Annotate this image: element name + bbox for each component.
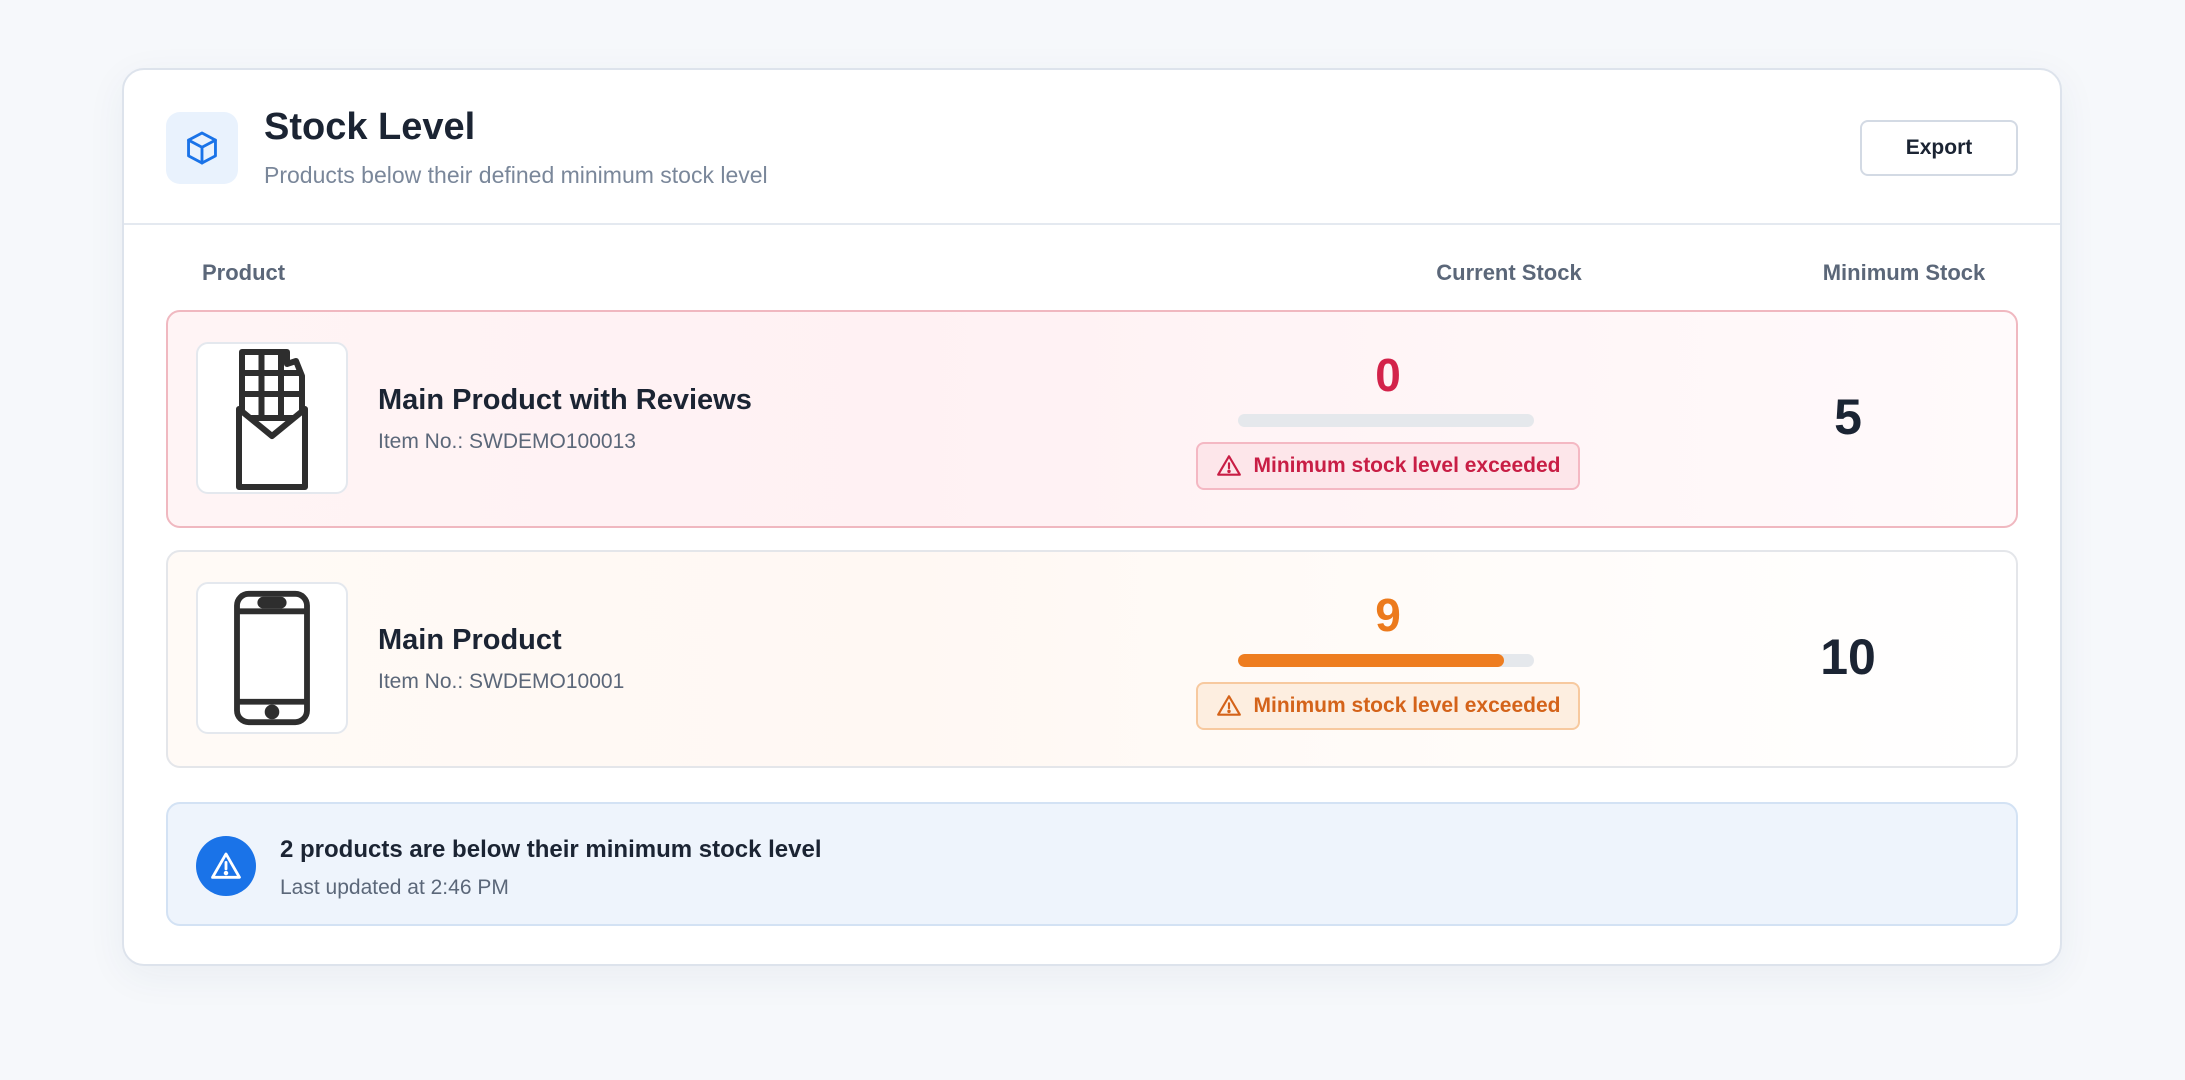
status-badge-label: Minimum stock level exceeded (1253, 694, 1561, 717)
stock-progress-fill (1238, 654, 1505, 667)
table-row[interactable]: Main Product with Reviews Item No.: SWDE… (166, 310, 2018, 528)
column-header-minimum-stock: Minimum Stock (1822, 260, 1986, 285)
export-button[interactable]: Export (1860, 120, 2018, 176)
product-name[interactable]: Main Product (378, 624, 562, 657)
summary-last-updated: Last updated at 2:46 PM (280, 876, 509, 899)
smartphone-icon (234, 590, 310, 726)
chocolate-bar-icon (236, 349, 308, 490)
warning-triangle-icon (1216, 695, 1241, 716)
status-badge: Minimum stock level exceeded (1196, 682, 1580, 730)
current-stock-value: 0 (1375, 349, 1401, 401)
product-item-number: Item No.: SWDEMO100013 (378, 430, 636, 453)
card-header: Stock Level Products below their defined… (124, 70, 2060, 225)
product-thumbnail (196, 582, 348, 734)
summary-title: 2 products are below their minimum stock… (280, 836, 822, 863)
stock-progress-bar (1238, 654, 1534, 667)
stock-progress-bar (1238, 414, 1534, 427)
page-subtitle: Products below their defined minimum sto… (264, 162, 768, 188)
product-item-number: Item No.: SWDEMO10001 (378, 670, 625, 693)
minimum-stock-value: 10 (1820, 629, 1876, 685)
status-badge: Minimum stock level exceeded (1196, 442, 1580, 490)
box-icon (166, 112, 238, 184)
current-stock-value: 9 (1375, 589, 1401, 641)
product-name[interactable]: Main Product with Reviews (378, 384, 752, 417)
page-title: Stock Level (264, 106, 476, 148)
warning-triangle-icon (1216, 455, 1241, 476)
product-thumbnail (196, 342, 348, 494)
minimum-stock-value: 5 (1834, 389, 1862, 445)
table-row[interactable]: Main Product Item No.: SWDEMO10001 9 Min… (166, 550, 2018, 768)
status-badge-label: Minimum stock level exceeded (1253, 454, 1561, 477)
column-header-current-stock: Current Stock (1436, 260, 1582, 285)
warning-icon (196, 836, 256, 896)
column-header-product: Product (202, 260, 286, 285)
stock-level-card: Stock Level Products below their defined… (122, 68, 2062, 966)
summary-banner: 2 products are below their minimum stock… (166, 802, 2018, 926)
